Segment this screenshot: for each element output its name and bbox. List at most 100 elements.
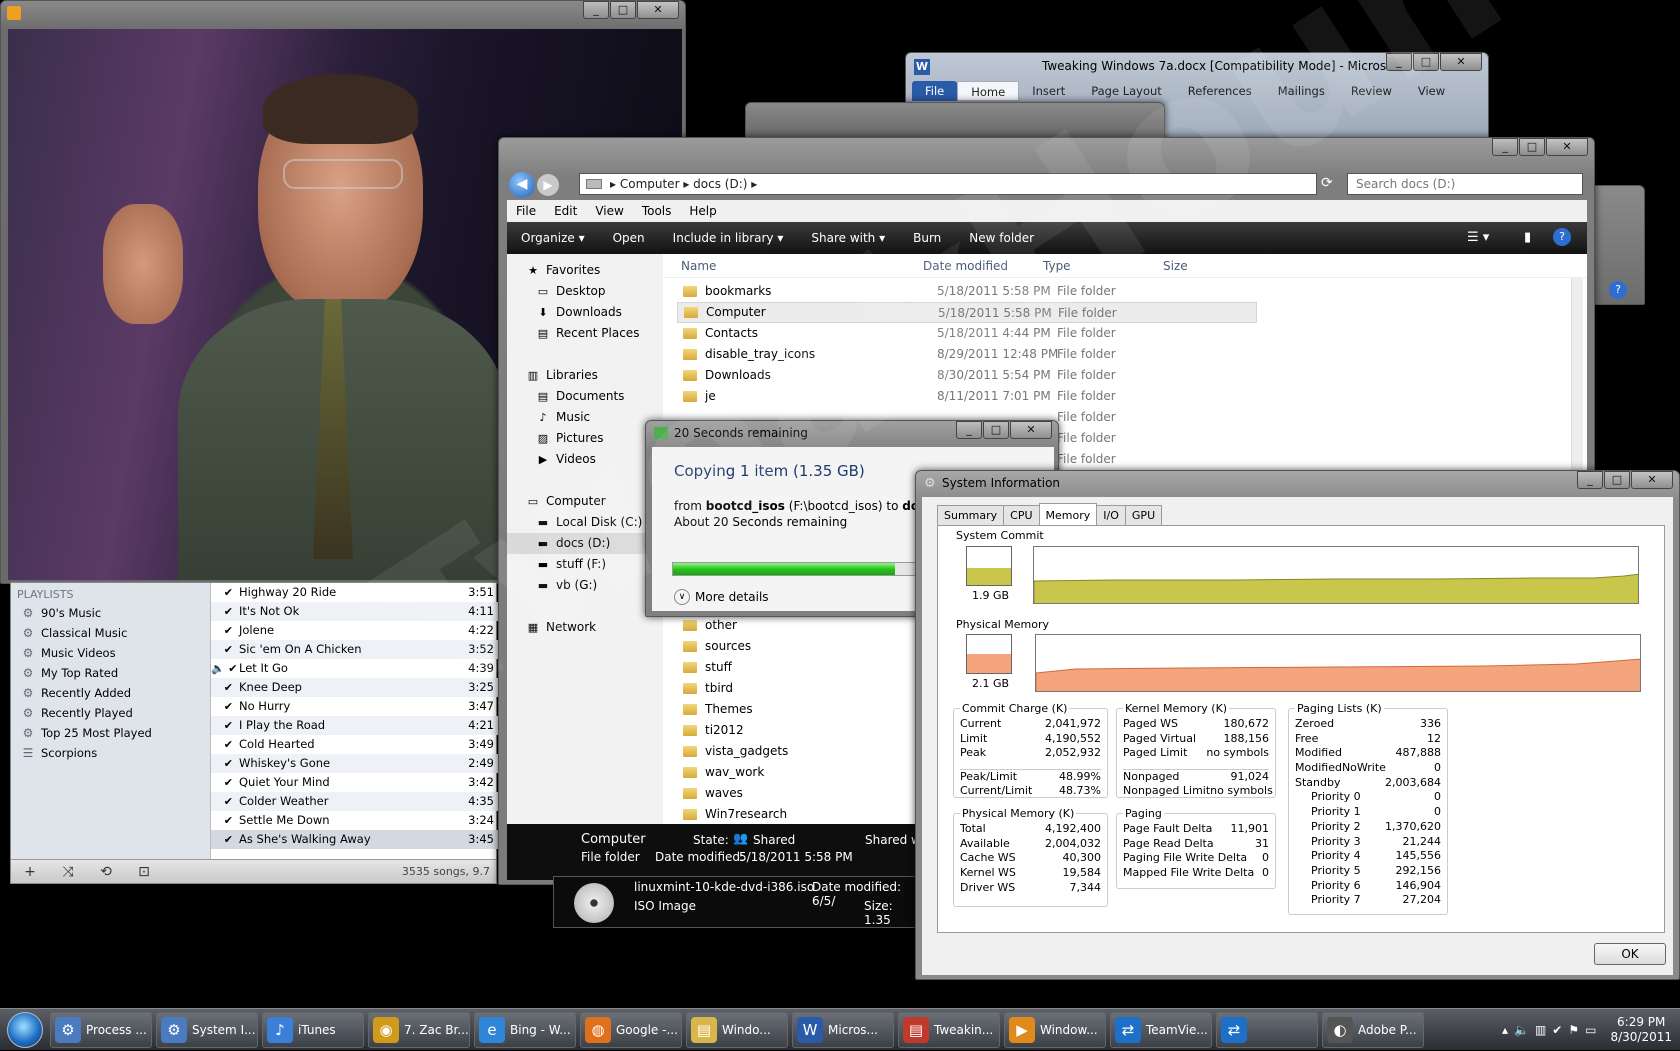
taskbar-button[interactable]: ⚙ Process ...	[50, 1011, 152, 1048]
nav-item[interactable]: ▤ Documents	[507, 386, 663, 407]
close-button[interactable]: ✕	[1440, 53, 1482, 71]
playlist-item[interactable]: ⚙ Recently Added	[11, 683, 210, 703]
track-checkbox[interactable]: ✔	[211, 754, 239, 773]
tab-summary[interactable]: Summary	[937, 505, 1005, 525]
file-row[interactable]: waves	[677, 783, 937, 804]
track-checkbox[interactable]: ✔	[211, 792, 239, 811]
search-input[interactable]: Search docs (D:)	[1347, 173, 1583, 195]
clock[interactable]: 6:29 PM 8/30/2011	[1610, 1015, 1672, 1045]
taskbar-button[interactable]: ◍ Google -...	[580, 1011, 682, 1048]
from-source[interactable]: bootcd_isos	[706, 499, 785, 513]
refresh-icon[interactable]: ⟳	[1321, 175, 1333, 191]
ribbon-tab-mailings[interactable]: Mailings	[1265, 81, 1338, 101]
flag-icon[interactable]: ⚑	[1568, 1023, 1579, 1037]
maximize-button[interactable]: □	[610, 1, 636, 19]
track-row[interactable]: ✔ Quiet Your Mind 3:42	[211, 773, 498, 792]
menu-edit[interactable]: Edit	[545, 200, 586, 222]
track-row[interactable]: ✔ Colder Weather 4:35	[211, 792, 498, 811]
command-button[interactable]: Open	[599, 231, 659, 245]
nav-item[interactable]: ▤ Recent Places	[507, 323, 663, 344]
track-row[interactable]: ✔ Sic 'em On A Chicken 3:52	[211, 640, 498, 659]
playlist-item[interactable]: ☰ Scorpions	[11, 743, 210, 763]
file-row[interactable]: tbird	[677, 678, 937, 699]
file-row[interactable]: other	[677, 615, 937, 636]
minimize-button[interactable]: _	[956, 421, 982, 439]
column-size[interactable]: Size	[1163, 254, 1243, 277]
itunes-window[interactable]: PLAYLISTS ⚙ 90's Music ⚙ Classical Music ⚙ Mu…	[10, 582, 498, 884]
track-checkbox[interactable]: ✔	[211, 640, 239, 659]
ribbon-tab-review[interactable]: Review	[1338, 81, 1405, 101]
back-button[interactable]: ◀	[509, 172, 535, 198]
nav-item[interactable]: ▶ Videos	[507, 449, 663, 470]
taskbar-button[interactable]: ▤ Tweakin...	[898, 1011, 1000, 1048]
show-hidden-icons-icon[interactable]: ▴	[1502, 1023, 1508, 1037]
maximize-button[interactable]: □	[1519, 138, 1545, 156]
volume-icon[interactable]: 🔈	[1514, 1023, 1529, 1037]
ribbon-tab-page-layout[interactable]: Page Layout	[1078, 81, 1175, 101]
view-options-icon[interactable]: ☰ ▾	[1467, 230, 1489, 245]
repeat-icon[interactable]: ⟲	[87, 864, 125, 880]
track-row[interactable]: ✔ It's Not Ok 4:11	[211, 602, 498, 621]
playlist-item[interactable]: ⚙ Recently Played	[11, 703, 210, 723]
track-row[interactable]: ✔ Highway 20 Ride 3:51	[211, 583, 498, 602]
breadcrumb-drive[interactable]: docs (D:)	[693, 177, 747, 191]
track-row[interactable]: ✔ No Hurry 3:47	[211, 697, 498, 716]
start-button[interactable]	[0, 1009, 50, 1051]
track-checkbox[interactable]: 🔈 ✔	[211, 659, 239, 678]
ribbon-tab-view[interactable]: View	[1405, 81, 1458, 101]
taskbar-button[interactable]: ⇄	[1216, 1011, 1318, 1048]
file-row[interactable]: Themes	[677, 699, 937, 720]
nav-item[interactable]: ▬ stuff (F:)	[507, 554, 663, 575]
playlist-item[interactable]: ⚙ My Top Rated	[11, 663, 210, 683]
taskbar-button[interactable]: ▶ Window...	[1004, 1011, 1106, 1048]
track-checkbox[interactable]: ✔	[211, 621, 239, 640]
nav-item[interactable]: ▬ Local Disk (C:)	[507, 512, 663, 533]
file-row[interactable]: Win7research	[677, 804, 937, 825]
file-row[interactable]: Computer 5/18/2011 5:58 PM File folder	[677, 302, 1257, 323]
taskbar-button[interactable]: ⇄ TeamVie...	[1110, 1011, 1212, 1048]
taskbar-button[interactable]: e Bing - W...	[474, 1011, 576, 1048]
column-date[interactable]: Date modified	[923, 254, 1043, 277]
display-icon[interactable]: ▭	[1585, 1023, 1596, 1037]
nav-item[interactable]: ▨ Pictures	[507, 428, 663, 449]
track-row[interactable]: ✔ Jolene 4:22	[211, 621, 498, 640]
file-row[interactable]: Contacts 5/18/2011 4:44 PM File folder	[677, 323, 1257, 344]
maximize-button[interactable]: □	[1604, 471, 1630, 489]
ok-button[interactable]: OK	[1594, 943, 1666, 965]
minimize-button[interactable]: _	[1577, 471, 1603, 489]
track-checkbox[interactable]: ✔	[211, 583, 239, 602]
command-button[interactable]: New folder	[955, 231, 1048, 245]
nav-item[interactable]: ▦ Network	[507, 617, 663, 638]
track-row[interactable]: ✔ Knee Deep 3:25	[211, 678, 498, 697]
file-row[interactable]: je 8/11/2011 7:01 PM File folder	[677, 386, 1257, 407]
taskbar-button[interactable]: ◉ 7. Zac Br...	[368, 1011, 470, 1048]
track-row[interactable]: ✔ Whiskey's Gone 2:49	[211, 754, 498, 773]
nav-item[interactable]: ▭ Computer	[507, 491, 663, 512]
close-button[interactable]: ✕	[1631, 471, 1673, 489]
track-checkbox[interactable]: ✔	[211, 735, 239, 754]
track-checkbox[interactable]: ✔	[211, 602, 239, 621]
forward-button[interactable]: ▶	[537, 174, 559, 196]
nav-item[interactable]: ▬ docs (D:)	[507, 533, 663, 554]
track-row[interactable]: ✔ Settle Me Down 3:24	[211, 811, 498, 830]
command-button[interactable]: Organize ▾	[507, 231, 599, 245]
tab-gpu[interactable]: GPU	[1124, 505, 1163, 525]
playlist-item[interactable]: ⚙ Music Videos	[11, 643, 210, 663]
ribbon-tab-insert[interactable]: Insert	[1019, 81, 1078, 101]
taskbar-button[interactable]: W Micros...	[792, 1011, 894, 1048]
tab-memory[interactable]: Memory	[1038, 503, 1098, 525]
taskbar-button[interactable]: ⚙ System I...	[156, 1011, 258, 1048]
file-row[interactable]: disable_tray_icons 8/29/2011 12:48 PM File…	[677, 344, 1257, 365]
close-button[interactable]: ✕	[1546, 138, 1588, 156]
playlist-item[interactable]: ⚙ 90's Music	[11, 603, 210, 623]
preview-pane-icon[interactable]: ▮	[1524, 230, 1531, 245]
nav-item[interactable]: ▭ Desktop	[507, 281, 663, 302]
file-row[interactable]: ti2012	[677, 720, 937, 741]
command-button[interactable]: Include in library ▾	[659, 231, 798, 245]
ribbon-tab-references[interactable]: References	[1175, 81, 1265, 101]
ribbon-tab-home[interactable]: Home	[957, 81, 1020, 101]
maximize-button[interactable]: □	[1413, 53, 1439, 71]
file-row[interactable]: vista_gadgets	[677, 741, 937, 762]
playlist-item[interactable]: ⚙ Classical Music	[11, 623, 210, 643]
help-icon[interactable]: ?	[1553, 228, 1571, 246]
